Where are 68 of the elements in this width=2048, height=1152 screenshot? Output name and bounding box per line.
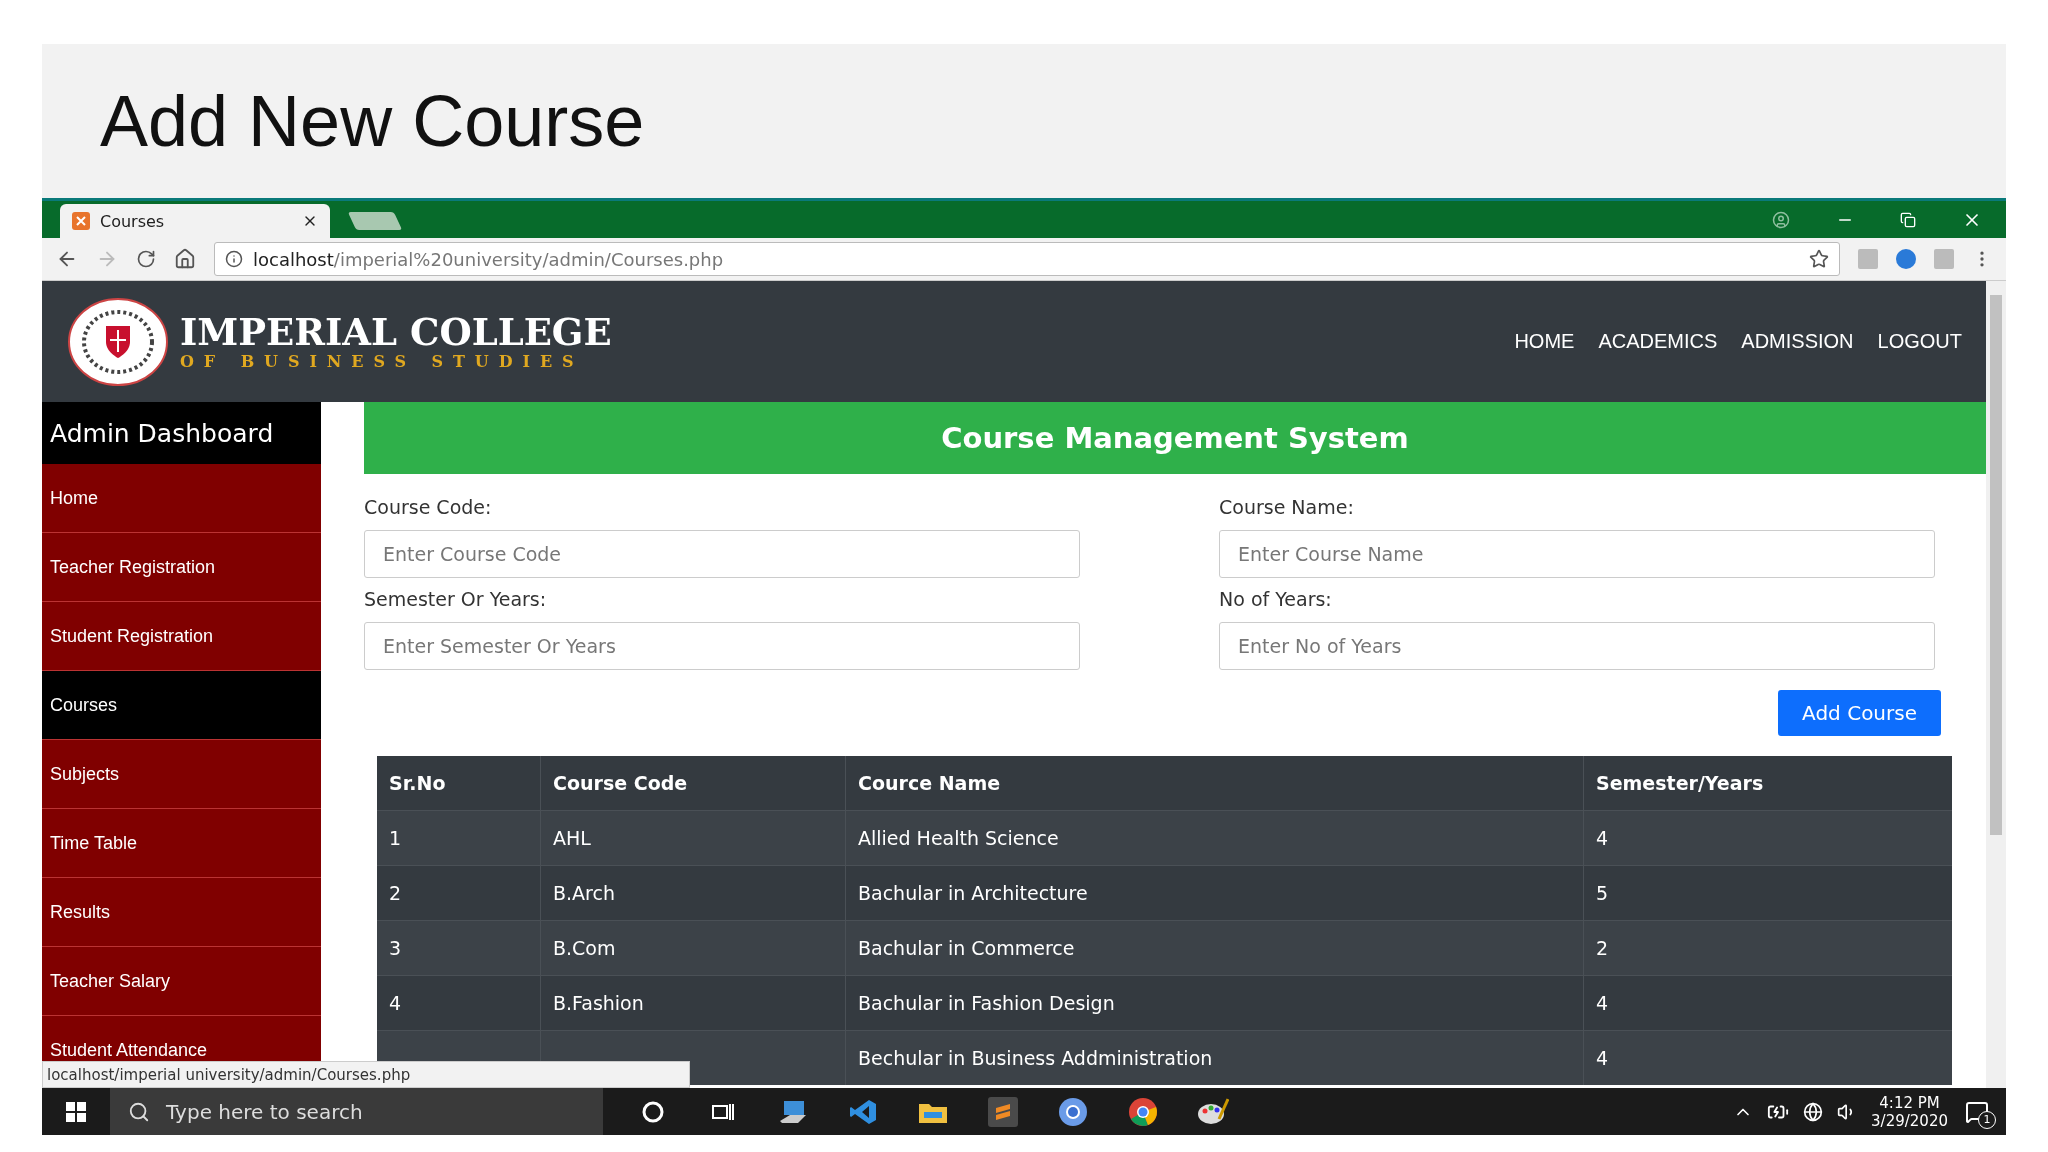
info-icon[interactable] <box>225 250 243 268</box>
sidebar-item[interactable]: Results <box>42 878 321 947</box>
windows-start-icon[interactable] <box>66 1101 86 1122</box>
panel-title: Course Management System <box>364 402 1986 474</box>
table-cell: Bachular in Fashion Design <box>845 975 1583 1030</box>
sidebar-item[interactable]: Courses <box>42 671 321 740</box>
extension-icon[interactable] <box>1896 249 1916 269</box>
nav-link[interactable]: ADMISSION <box>1741 330 1854 353</box>
table-cell: 4 <box>1583 810 1952 865</box>
cortana-circle-icon[interactable] <box>642 1100 664 1123</box>
sidebar-item[interactable]: Home <box>42 464 321 533</box>
nav-link[interactable]: HOME <box>1514 330 1575 353</box>
address-bar[interactable]: localhost/imperial%20university/admin/Courses.php <box>214 242 1840 276</box>
status-url-tooltip: localhost/imperial university/admin/Courses.php <box>42 1061 690 1088</box>
bookmark-star-icon[interactable] <box>1809 249 1829 269</box>
computer-icon[interactable] <box>778 1098 808 1125</box>
reload-icon[interactable] <box>136 249 156 269</box>
sidebar-title: Admin Dashboard <box>42 402 321 464</box>
table-cell: 2 <box>1583 920 1952 975</box>
field-label: Semester Or Years: <box>364 588 548 610</box>
browser-icon[interactable] <box>1058 1096 1088 1127</box>
table-cell: 4 <box>1583 975 1952 1030</box>
field-label: No of Years: <box>1219 588 1333 610</box>
table-cell: 3 <box>377 920 540 975</box>
sidebar-item[interactable]: Teacher Registration <box>42 533 321 602</box>
table-cell: Allied Health Science <box>845 810 1583 865</box>
chrome-icon[interactable] <box>1128 1096 1158 1127</box>
field-label: Course Name: <box>1219 496 1355 518</box>
table-cell: B.Fashion <box>540 975 845 1030</box>
table-cell: Bechular in Business Addministration <box>845 1030 1583 1085</box>
table-cell: B.Arch <box>540 865 845 920</box>
table-cell: B.Com <box>540 920 845 975</box>
task-view-icon[interactable] <box>712 1101 734 1122</box>
college-seal-icon <box>68 297 168 386</box>
add-course-button[interactable]: Add Course <box>1778 690 1941 736</box>
input-field[interactable]: Enter Course Code <box>364 530 1080 578</box>
sidebar-item[interactable]: Student Registration <box>42 602 321 671</box>
restore-icon[interactable] <box>1900 211 1916 228</box>
slide-title: Add New Course <box>100 80 645 162</box>
nav-link[interactable]: LOGOUT <box>1877 330 1962 353</box>
table-cell: 5 <box>1583 865 1952 920</box>
table-cell: 4 <box>1583 1030 1952 1085</box>
taskbar-clock[interactable]: 4:12 PM 3/29/2020 <box>1871 1093 1948 1130</box>
input-field[interactable]: Enter Course Name <box>1219 530 1935 578</box>
sidebar-item[interactable]: Time Table <box>42 809 321 878</box>
table-cell: Bachular in Commerce <box>845 920 1583 975</box>
tab-favicon-icon <box>72 212 90 230</box>
table-cell: 1 <box>377 810 540 865</box>
code-editor-icon[interactable] <box>849 1097 877 1126</box>
profile-icon[interactable] <box>1772 210 1790 229</box>
college-name: IMPERIAL COLLEGE <box>180 311 612 353</box>
field-label: Course Code: <box>364 496 493 518</box>
browser-tab[interactable]: Courses <box>60 204 330 238</box>
college-tagline: OF BUSINESS STUDIES <box>180 352 585 372</box>
table-cell: Bachular in Architecture <box>845 865 1583 920</box>
network-icon[interactable] <box>1803 1101 1824 1122</box>
sidebar-item[interactable]: Teacher Salary <box>42 947 321 1016</box>
home-icon[interactable] <box>174 248 196 270</box>
input-field[interactable]: Enter No of Years <box>1219 622 1935 670</box>
nav-link[interactable]: ACADEMICS <box>1598 330 1718 353</box>
search-icon <box>128 1100 150 1123</box>
table-cell: AHL <box>540 810 845 865</box>
taskbar-search-field[interactable]: Type here to search <box>110 1088 603 1135</box>
scrollbar-thumb[interactable] <box>1990 295 2002 835</box>
input-field[interactable]: Enter Semester Or Years <box>364 622 1080 670</box>
text-editor-icon[interactable] <box>988 1096 1018 1127</box>
sidebar-item[interactable]: Subjects <box>42 740 321 809</box>
paint-palette-icon[interactable] <box>1197 1096 1229 1127</box>
